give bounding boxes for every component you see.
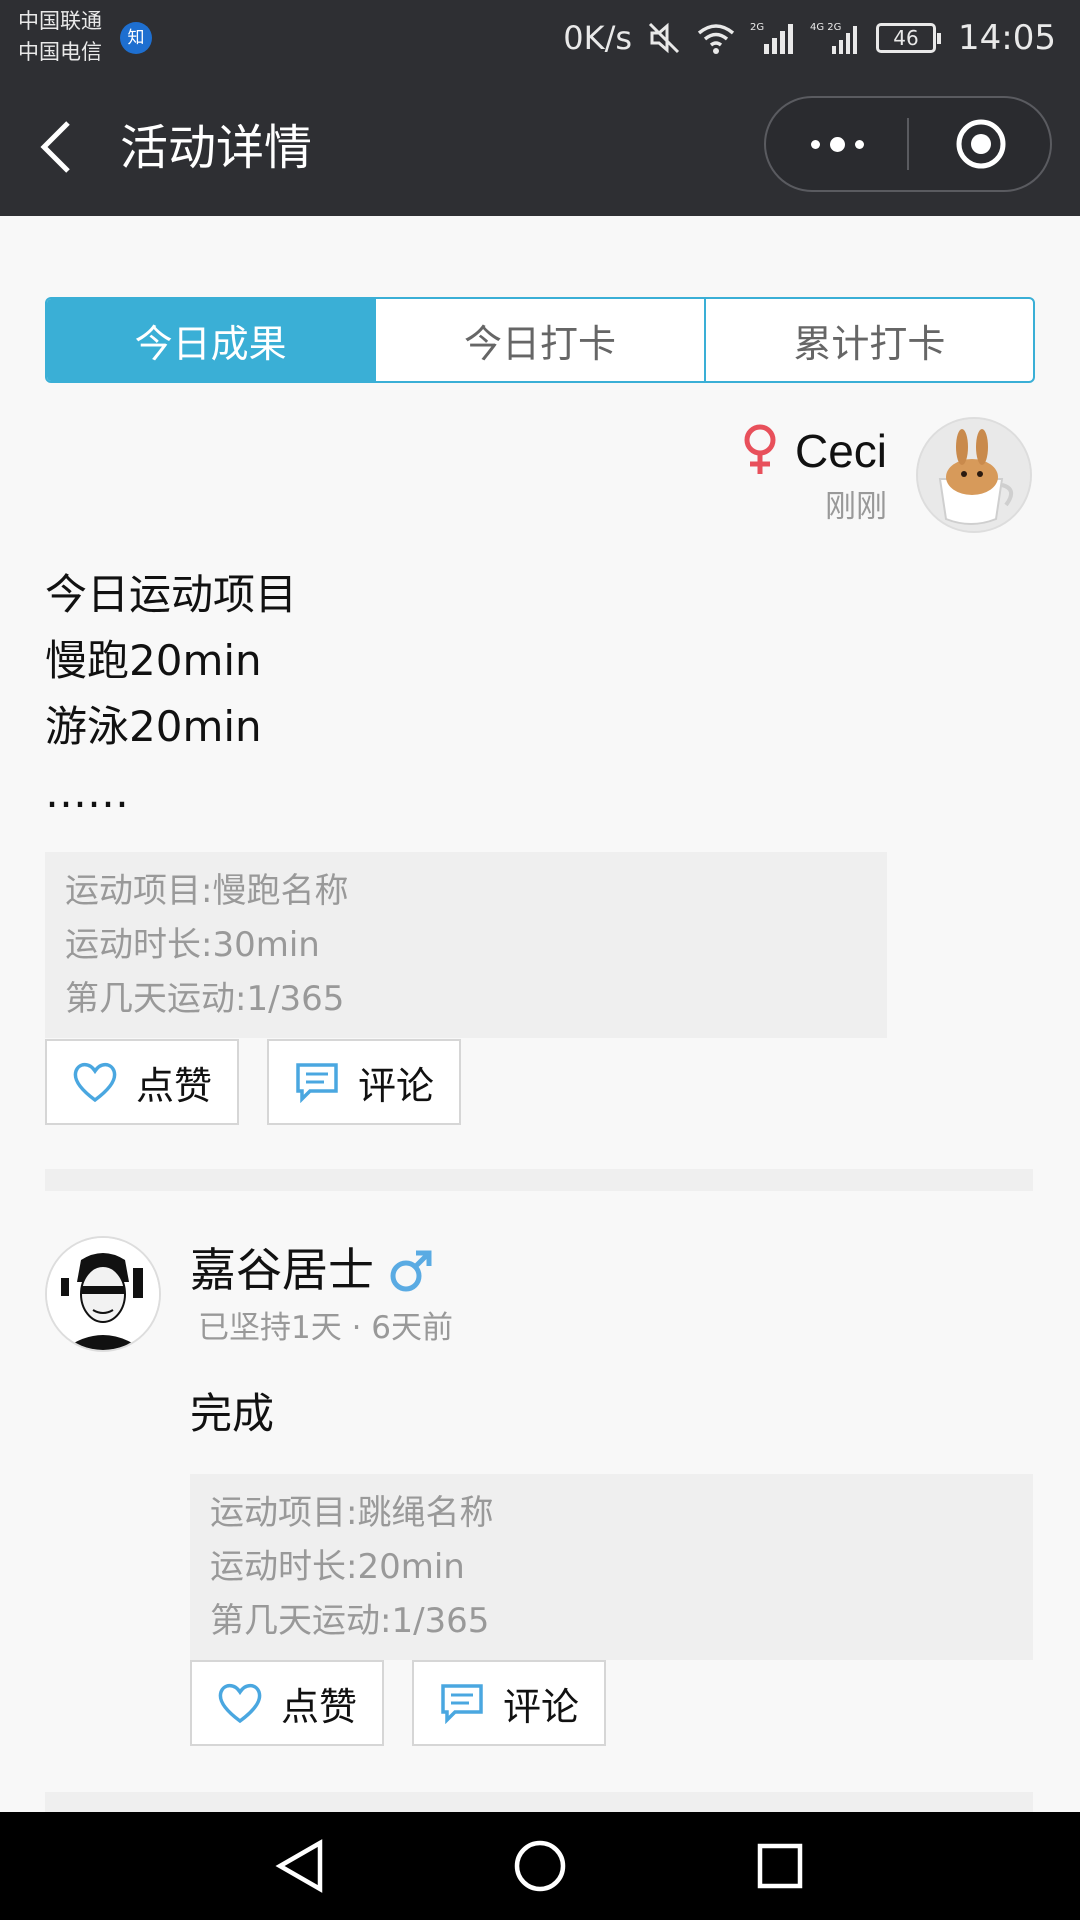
signal-icon-1: 2G	[750, 22, 794, 54]
chevron-left-icon	[40, 121, 70, 173]
carrier-1: 中国联通	[18, 9, 102, 33]
signal-icon-2: 4G 2G	[810, 22, 858, 54]
exercise-duration: 运动时长:20min	[210, 1547, 465, 1587]
female-icon	[744, 424, 776, 474]
carrier-2: 中国电信	[18, 40, 102, 64]
heart-icon	[218, 1683, 262, 1724]
rabbit-cup-avatar-image	[918, 419, 1030, 531]
exercise-duration: 运动时长:30min	[65, 925, 320, 965]
more-button[interactable]	[766, 98, 908, 190]
post-meta: 已坚持1天 · 6天前	[198, 1310, 454, 1346]
more-dot	[854, 139, 864, 149]
target-circle-icon	[956, 119, 1005, 169]
net-speed: 0K/s	[563, 19, 633, 57]
post-time: 刚刚	[825, 489, 887, 525]
exercise-item: 运动项目:跳绳名称	[210, 1493, 494, 1533]
post-line: 慢跑20min	[45, 636, 262, 685]
more-dot	[810, 139, 820, 149]
status-indicators: 0K/s 2G 4G 2G 46 14:05	[563, 14, 1056, 62]
tab-today-checkin[interactable]: 今日打卡	[374, 299, 703, 381]
comment-icon	[296, 1063, 338, 1103]
post-separator	[45, 1792, 1033, 1814]
battery-icon: 46	[876, 23, 942, 53]
circle-home-icon	[514, 1840, 566, 1892]
man-portrait-avatar-image	[47, 1238, 159, 1350]
title-bar: 活动详情	[0, 76, 1080, 216]
square-recents-icon	[757, 1843, 803, 1889]
signal-1-label: 2G	[750, 22, 764, 33]
comment-button[interactable]: 评论	[412, 1660, 606, 1746]
exercise-info: 运动项目:慢跑名称 运动时长:30min 第几天运动:1/365	[45, 852, 887, 1038]
post-content: 今日运动项目 慢跑20min 游泳20min ……	[45, 562, 297, 826]
comment-button[interactable]: 评论	[267, 1039, 461, 1125]
system-nav-bar	[0, 1812, 1080, 1920]
like-label: 点赞	[280, 1684, 357, 1729]
like-button[interactable]: 点赞	[190, 1660, 384, 1746]
status-bar: 中国联通 中国电信 知 0K/s 2G 4G 2G 46 14:05	[0, 0, 1080, 76]
post-line: ……	[45, 768, 129, 817]
post-separator	[45, 1169, 1033, 1191]
avatar[interactable]	[45, 1236, 161, 1352]
exercise-day: 第几天运动:1/365	[65, 979, 345, 1019]
wifi-icon	[697, 24, 735, 54]
nav-recents-button[interactable]	[740, 1832, 820, 1900]
post-line: 今日运动项目	[45, 570, 298, 619]
zhihu-notification-icon: 知	[120, 22, 152, 54]
exercise-day: 第几天运动:1/365	[210, 1601, 490, 1641]
clock: 14:05	[958, 18, 1056, 58]
tab-bar: 今日成果 今日打卡 累计打卡	[45, 297, 1035, 383]
like-label: 点赞	[135, 1063, 212, 1108]
comment-icon	[441, 1684, 483, 1724]
comment-label: 评论	[502, 1684, 579, 1729]
exercise-info: 运动项目:跳绳名称 运动时长:20min 第几天运动:1/365	[190, 1474, 1033, 1660]
mini-program-capsule	[764, 96, 1052, 192]
avatar[interactable]	[916, 417, 1032, 533]
username[interactable]: 嘉谷居士	[190, 1240, 374, 1300]
post-content: 完成	[190, 1381, 274, 1447]
mute-icon	[648, 22, 680, 54]
post-line: 完成	[190, 1389, 275, 1438]
nav-home-button[interactable]	[500, 1832, 580, 1900]
close-mini-program-button[interactable]	[909, 98, 1052, 190]
comment-label: 评论	[357, 1063, 434, 1108]
tab-today-results[interactable]: 今日成果	[47, 299, 375, 381]
post-line: 游泳20min	[45, 702, 262, 751]
signal-2-label: 4G 2G	[810, 22, 841, 33]
more-dot	[829, 136, 845, 152]
heart-icon	[73, 1062, 117, 1103]
username[interactable]: Ceci	[795, 422, 887, 480]
tab-total-checkin[interactable]: 累计打卡	[703, 299, 1033, 381]
triangle-back-icon	[275, 1839, 323, 1893]
male-icon	[390, 1250, 432, 1292]
carrier-labels: 中国联通 中国电信	[18, 6, 102, 68]
like-button[interactable]: 点赞	[45, 1039, 239, 1125]
nav-back-button[interactable]	[260, 1832, 340, 1900]
page-title: 活动详情	[120, 120, 313, 176]
exercise-item: 运动项目:慢跑名称	[65, 871, 349, 911]
back-button[interactable]	[36, 114, 96, 180]
